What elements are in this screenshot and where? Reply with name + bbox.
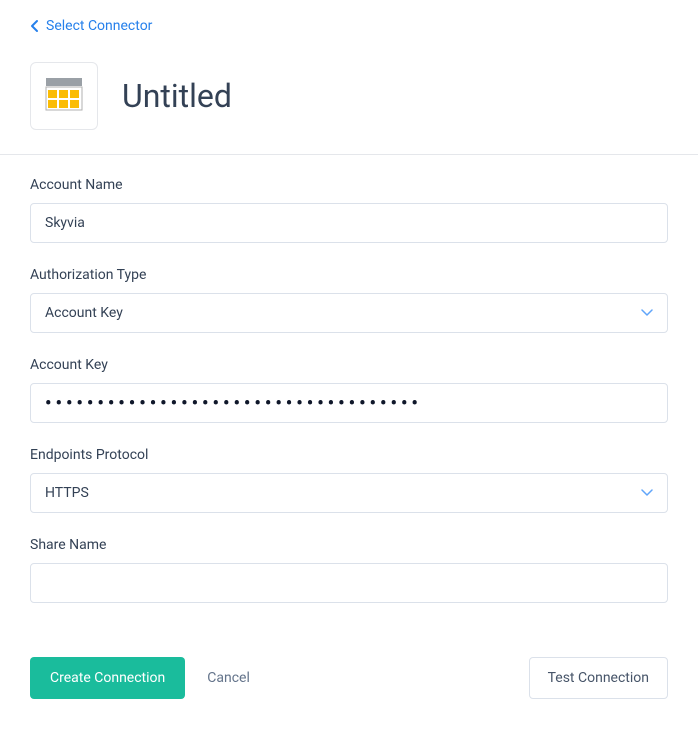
test-connection-button[interactable]: Test Connection bbox=[529, 657, 668, 699]
connector-icon-tile bbox=[30, 62, 98, 130]
back-link-label: Select Connector bbox=[46, 18, 152, 34]
connection-form: Account Name Authorization Type Account … bbox=[0, 155, 698, 603]
auth-type-value: Account Key bbox=[45, 305, 123, 321]
table-storage-icon bbox=[45, 77, 83, 115]
account-name-input[interactable] bbox=[30, 203, 668, 243]
chevron-down-icon bbox=[641, 309, 653, 317]
share-name-label: Share Name bbox=[30, 537, 668, 553]
share-name-input[interactable] bbox=[30, 563, 668, 603]
account-key-input[interactable]: •••••••••••••••••••••••••••••••••••• bbox=[30, 383, 668, 423]
account-key-label: Account Key bbox=[30, 357, 668, 373]
endpoints-protocol-label: Endpoints Protocol bbox=[30, 447, 668, 463]
auth-type-label: Authorization Type bbox=[30, 267, 668, 283]
chevron-left-icon bbox=[30, 19, 40, 33]
create-connection-button[interactable]: Create Connection bbox=[30, 657, 185, 699]
cancel-button[interactable]: Cancel bbox=[207, 670, 250, 686]
endpoints-protocol-value: HTTPS bbox=[45, 485, 89, 501]
back-link[interactable]: Select Connector bbox=[30, 18, 152, 34]
account-name-label: Account Name bbox=[30, 177, 668, 193]
endpoints-protocol-select[interactable]: HTTPS bbox=[30, 473, 668, 513]
chevron-down-icon bbox=[641, 489, 653, 497]
auth-type-select[interactable]: Account Key bbox=[30, 293, 668, 333]
page-title: Untitled bbox=[122, 77, 232, 115]
